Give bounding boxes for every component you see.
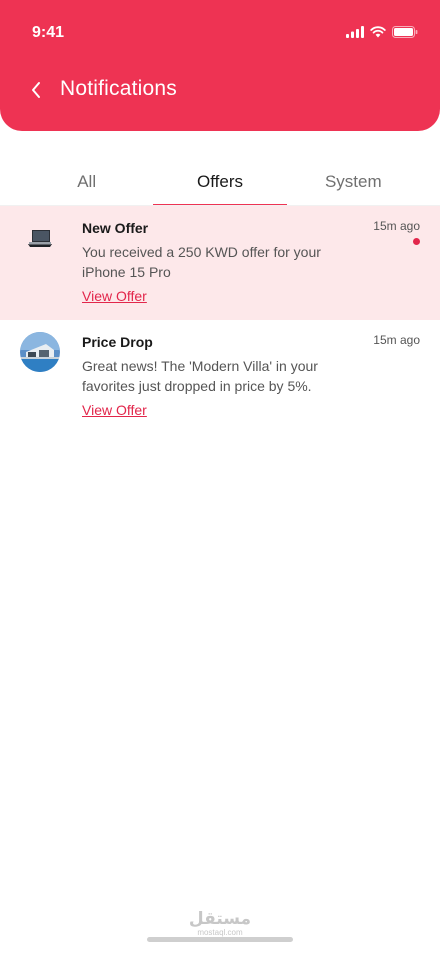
status-time: 9:41 bbox=[32, 24, 65, 41]
notification-title: Price Drop bbox=[82, 334, 153, 350]
notification-time: 15m ago bbox=[373, 333, 420, 347]
watermark-latin: mostaql.com bbox=[197, 928, 243, 937]
notification-item[interactable]: Price Drop Great news! The 'Modern Villa… bbox=[0, 320, 440, 434]
laptop-thumbnail bbox=[20, 218, 60, 258]
watermark: مستقل mostaql.com bbox=[188, 910, 252, 937]
notification-body: Great news! The 'Modern Villa' in your f… bbox=[82, 358, 318, 394]
page-title: Notifications bbox=[60, 77, 177, 100]
tab-system[interactable]: System bbox=[287, 160, 420, 206]
cellular-signal-icon bbox=[346, 26, 364, 38]
notification-body: You received a 250 KWD offer for your iP… bbox=[82, 244, 321, 280]
notification-item[interactable]: New Offer You received a 250 KWD offer f… bbox=[0, 206, 440, 320]
watermark-arabic: مستقل bbox=[188, 909, 252, 929]
status-icons bbox=[346, 26, 418, 38]
tab-bar: All Offers System bbox=[20, 160, 420, 206]
view-offer-link[interactable]: View Offer bbox=[82, 402, 147, 418]
battery-icon bbox=[392, 26, 418, 38]
villa-thumbnail bbox=[20, 332, 60, 372]
tab-offers[interactable]: Offers bbox=[153, 160, 287, 206]
back-button[interactable] bbox=[24, 76, 48, 104]
home-indicator bbox=[147, 937, 293, 942]
notification-time: 15m ago bbox=[373, 219, 420, 233]
wifi-icon bbox=[370, 26, 386, 38]
chevron-left-icon bbox=[32, 82, 40, 98]
nav-bar: Notifications bbox=[0, 70, 440, 110]
unread-dot bbox=[413, 238, 420, 245]
status-bar: 9:41 bbox=[0, 0, 440, 70]
tab-all[interactable]: All bbox=[20, 160, 153, 206]
header: 9:41 Notifications bbox=[0, 0, 440, 131]
notification-title: New Offer bbox=[82, 220, 149, 236]
view-offer-link[interactable]: View Offer bbox=[82, 288, 147, 304]
